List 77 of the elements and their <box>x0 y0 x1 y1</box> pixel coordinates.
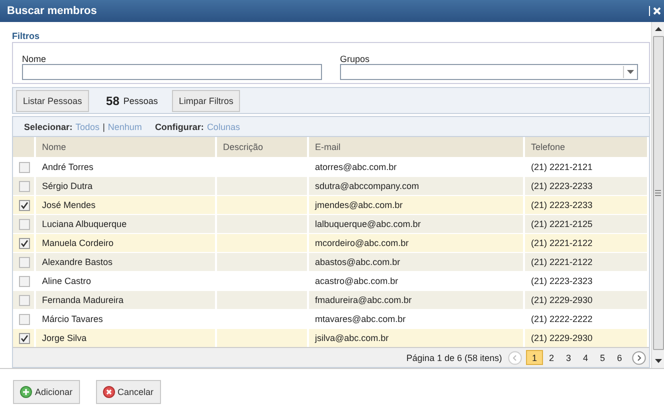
configure-label: Configurar: <box>154 122 204 132</box>
table-cell: (21) 2223-2323 <box>531 276 593 286</box>
result-count: 58 <box>106 94 120 108</box>
checkbox[interactable] <box>19 276 30 287</box>
table-cell: Fernanda Madureira <box>42 295 124 305</box>
table-cell: atorres@abc.com.br <box>315 162 397 172</box>
table-cell: (21) 2221-2125 <box>531 219 593 229</box>
table-cell: Aline Castro <box>42 276 92 286</box>
field-label: Nome <box>22 54 48 64</box>
groups-dropdown[interactable] <box>340 64 638 80</box>
table-cell: sdutra@abccompany.com <box>315 181 420 191</box>
page-button[interactable]: 3 <box>560 350 577 365</box>
table-cell: (21) 2222-2222 <box>531 314 593 324</box>
checkbox[interactable] <box>19 200 30 211</box>
name-input-field[interactable] <box>22 64 322 80</box>
table-cell: (21) 2229-2930 <box>531 333 593 343</box>
checkbox[interactable] <box>19 238 30 249</box>
checkbox[interactable] <box>19 256 30 268</box>
checkbox[interactable] <box>19 218 30 230</box>
scroll-up-icon[interactable] <box>654 27 662 31</box>
plus-icon <box>20 386 32 398</box>
next-page-icon[interactable] <box>632 350 646 364</box>
table-cell: jmendes@abc.com.br <box>315 200 403 210</box>
column-header[interactable]: E-mail <box>308 137 524 158</box>
separator: | <box>102 122 105 132</box>
scrollbar[interactable] <box>651 22 664 368</box>
table-cell: José Mendes <box>42 200 96 210</box>
close-icon[interactable] <box>649 6 662 16</box>
table-cell: acastro@abc.com.br <box>315 276 398 286</box>
table-cell: Luciana Albuquerque <box>42 219 127 229</box>
table-cell: (21) 2223-2233 <box>531 200 593 210</box>
field-label: Grupos <box>340 54 371 64</box>
table-cell: (21) 2223-2233 <box>531 181 593 191</box>
table-cell: abastos@abc.com.br <box>315 257 400 267</box>
count-label: Pessoas <box>123 96 158 106</box>
column-header[interactable]: Nome <box>35 137 216 158</box>
table-cell: Sérgio Dutra <box>42 181 93 191</box>
table-cell: (21) 2229-2930 <box>531 295 593 305</box>
table-cell: Jorge Silva <box>42 333 87 343</box>
table-cell: (21) 2221-2121 <box>531 162 593 172</box>
scroll-down-icon[interactable] <box>654 359 662 363</box>
table-cell: fmadureira@abc.com.br <box>315 295 412 305</box>
table-cell: jsilva@abc.com.br <box>315 333 389 343</box>
page-button[interactable]: 4 <box>577 350 594 365</box>
page-button[interactable]: 2 <box>543 350 560 365</box>
section-heading: Filtros <box>12 31 41 41</box>
table-cell: (21) 2221-2122 <box>531 257 593 267</box>
close-icon <box>102 386 115 398</box>
column-header[interactable]: Telefone <box>524 137 648 158</box>
list-button[interactable]: Listar Pessoas <box>16 90 90 112</box>
table-cell: lalbuquerque@abc.com.br <box>315 219 421 229</box>
checkbox[interactable] <box>19 162 30 173</box>
table-cell: mcordeiro@abc.com.br <box>315 238 409 248</box>
page-button[interactable]: 1 <box>526 350 543 365</box>
previous-page-icon[interactable] <box>508 350 522 364</box>
window-title: Buscar membros <box>7 5 97 17</box>
checkbox[interactable] <box>19 294 30 306</box>
table-cell: Márcio Tavares <box>42 314 103 324</box>
page-button[interactable]: 5 <box>594 350 611 365</box>
table-cell: Manuela Cordeiro <box>42 238 114 248</box>
table-cell: André Torres <box>42 162 94 172</box>
checkbox[interactable] <box>19 314 30 325</box>
page-button[interactable]: 6 <box>611 350 628 365</box>
checkbox[interactable] <box>19 180 30 192</box>
table-cell: Alexandre Bastos <box>42 257 113 267</box>
add-button[interactable]: Adicionar <box>13 380 80 404</box>
scrollbar-thumb[interactable] <box>652 36 664 350</box>
checkbox[interactable] <box>19 332 30 344</box>
column-header[interactable]: Descrição <box>216 137 308 158</box>
grip-icon <box>655 190 661 196</box>
select-label: Selecionar: <box>24 122 73 132</box>
clear-filters-button[interactable]: Limpar Filtros <box>172 90 240 112</box>
table-cell: mtavares@abc.com.br <box>315 314 406 324</box>
cancel-button[interactable]: Cancelar <box>96 380 161 404</box>
dropdown-caret-icon <box>627 70 634 74</box>
page-summary: Página 1 de 6 (58 itens) <box>406 352 502 362</box>
table-cell: (21) 2221-2122 <box>531 238 593 248</box>
